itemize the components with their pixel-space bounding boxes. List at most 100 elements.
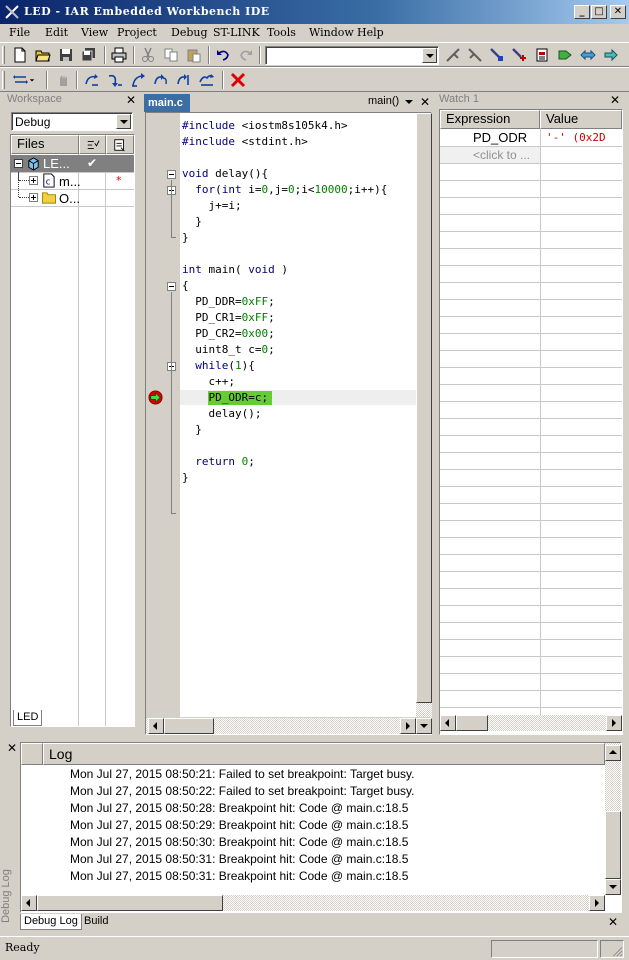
code-line-18: PD_ODR=c; [182, 391, 269, 404]
navigate-next-icon[interactable] [601, 46, 621, 64]
navigate-both-icon[interactable] [578, 46, 598, 64]
expression-header[interactable]: Expression [440, 110, 540, 129]
expand-icon[interactable] [29, 193, 38, 202]
build-status-header[interactable] [79, 135, 106, 154]
reset-icon[interactable] [10, 71, 38, 89]
step-over-icon[interactable] [82, 71, 102, 89]
expand-icon[interactable] [29, 176, 38, 185]
log-header[interactable]: Log [43, 743, 605, 765]
menu-file[interactable]: File [9, 26, 30, 39]
log-close-icon-side[interactable]: ✕ [6, 742, 18, 754]
log-hscroll-thumb[interactable] [37, 895, 223, 911]
menu-edit[interactable]: Edit [45, 26, 68, 39]
function-dropdown-label[interactable]: main() [368, 95, 399, 107]
files-header[interactable]: Files [11, 135, 79, 154]
resize-grip-icon[interactable] [609, 943, 623, 957]
maximize-button[interactable]: □ [591, 5, 607, 19]
fold-icon[interactable] [167, 282, 176, 291]
row-divider [440, 350, 622, 351]
search-combo[interactable] [265, 46, 439, 65]
watch-panel: Watch 1 ✕ Expression Value PD_ODR '-' (0… [437, 92, 624, 735]
scroll-down-icon[interactable] [605, 879, 621, 895]
scroll-down-icon[interactable] [416, 718, 432, 734]
step-into-icon[interactable] [105, 71, 125, 89]
tree-line [19, 180, 29, 181]
row-divider [440, 605, 622, 606]
paste-icon[interactable] [184, 46, 204, 64]
navigate-forward-icon[interactable] [555, 46, 575, 64]
save-all-icon[interactable] [79, 46, 99, 64]
tab-debug-log[interactable]: Debug Log [20, 914, 82, 930]
goto-bookmark-icon[interactable] [509, 46, 529, 64]
tab-main-c[interactable]: main.c [144, 94, 190, 112]
copy-icon[interactable] [161, 46, 181, 64]
undo-icon[interactable] [213, 46, 233, 64]
cut-icon[interactable] [138, 46, 158, 64]
scroll-right-icon[interactable] [400, 718, 416, 734]
watch-expression-0[interactable]: PD_ODR [473, 130, 527, 145]
find-next-icon[interactable] [443, 46, 463, 64]
menu-project[interactable]: Project [117, 26, 157, 39]
menu-st-link[interactable]: ST-LINK [213, 26, 260, 39]
tab-build[interactable]: Build [81, 914, 111, 930]
scroll-up-icon[interactable] [605, 745, 621, 761]
editor-vscroll-thumb[interactable] [416, 113, 432, 703]
options-header[interactable] [106, 135, 134, 154]
function-dropdown-icon[interactable] [402, 95, 416, 109]
watch-close-icon[interactable]: ✕ [609, 94, 621, 106]
scroll-left-icon[interactable] [21, 895, 37, 911]
toggle-bookmark-icon[interactable] [487, 46, 507, 64]
break-icon[interactable] [53, 71, 73, 89]
find-prev-icon[interactable] [465, 46, 485, 64]
code-line-16: while(1){ [195, 359, 255, 372]
tree-row-output[interactable]: O... [11, 172, 134, 206]
menu-debug[interactable]: Debug [171, 26, 208, 39]
code-line-23: } [182, 471, 189, 484]
minimize-button[interactable]: _ [574, 5, 590, 19]
tree-row-project[interactable]: LE... ✔ [11, 155, 134, 172]
log-close-icon[interactable]: ✕ [607, 916, 619, 928]
menu-window[interactable]: Window [309, 26, 354, 39]
redo-icon[interactable] [236, 46, 256, 64]
value-header[interactable]: Value [540, 110, 622, 129]
tree-row-main[interactable]: c m... * [11, 172, 134, 189]
scroll-left-icon[interactable] [440, 715, 456, 731]
breakpoint-arrow-icon[interactable] [148, 390, 163, 405]
collapse-icon[interactable] [14, 159, 23, 168]
toolbar-grip[interactable] [2, 46, 5, 64]
tab-led[interactable]: LED [13, 710, 43, 726]
row-divider [440, 571, 622, 572]
log-vscroll-thumb[interactable] [605, 811, 621, 879]
row-divider [440, 333, 622, 334]
new-file-icon[interactable] [10, 46, 30, 64]
menu-view[interactable]: View [81, 26, 108, 39]
scroll-left-icon[interactable] [148, 718, 164, 734]
stop-debugging-icon[interactable] [228, 71, 248, 89]
goto-line-icon[interactable] [532, 46, 552, 64]
chevron-down-icon[interactable] [116, 114, 131, 129]
print-icon[interactable] [109, 46, 129, 64]
code-line-8: } [182, 231, 189, 244]
step-out-icon[interactable] [128, 71, 148, 89]
open-folder-icon[interactable] [33, 46, 53, 64]
go-icon[interactable] [197, 71, 217, 89]
scroll-right-icon[interactable] [606, 715, 622, 731]
config-select[interactable]: Debug [11, 112, 133, 131]
workspace-close-icon[interactable]: ✕ [125, 94, 137, 106]
next-statement-icon[interactable] [151, 71, 171, 89]
watch-hscroll-thumb[interactable] [456, 715, 488, 731]
close-window-button[interactable]: ✕ [610, 5, 626, 19]
editor-close-icon[interactable]: ✕ [419, 96, 431, 108]
scroll-right-icon[interactable] [589, 895, 605, 911]
watch-expression-1[interactable]: <click to ... [473, 148, 530, 162]
run-to-cursor-icon[interactable] [174, 71, 194, 89]
watch-value-0[interactable]: '-' (0x2D [546, 131, 606, 144]
toolbar-grip[interactable] [2, 71, 5, 89]
menu-tools[interactable]: Tools [267, 26, 296, 39]
chevron-down-icon[interactable] [422, 48, 437, 63]
menu-help[interactable]: Help [357, 26, 384, 39]
fold-icon[interactable] [167, 170, 176, 179]
editor-hscroll-thumb[interactable] [164, 718, 214, 734]
log-icon-header[interactable] [21, 743, 43, 765]
save-icon[interactable] [56, 46, 76, 64]
